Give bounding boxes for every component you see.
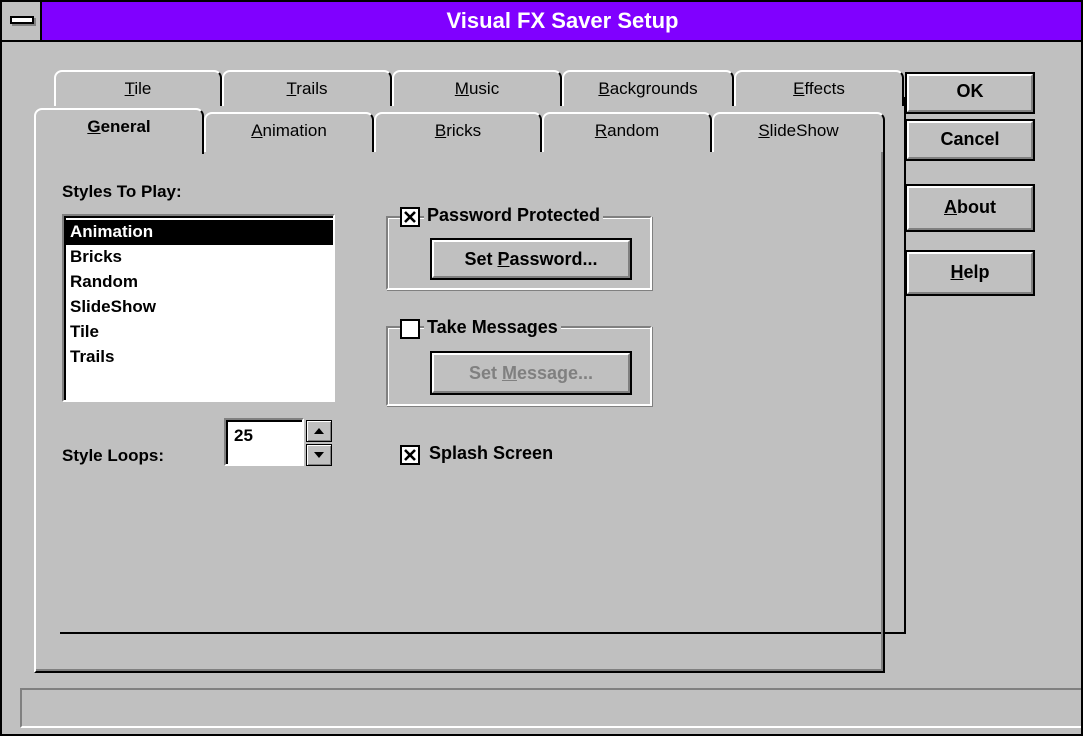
list-item[interactable]: Animation xyxy=(66,220,333,245)
tab-general[interactable]: General xyxy=(34,108,204,154)
take-messages-label: Take Messages xyxy=(424,317,561,338)
tab-random[interactable]: Random xyxy=(542,112,712,152)
splash-screen-label: Splash Screen xyxy=(429,443,554,463)
check-x-icon xyxy=(404,211,416,223)
system-menu-icon xyxy=(10,16,34,24)
status-bar xyxy=(20,688,1081,728)
arrow-down-icon xyxy=(314,452,324,458)
list-item[interactable]: Bricks xyxy=(66,245,333,270)
about-button[interactable]: About xyxy=(905,184,1035,232)
tab-trails[interactable]: Trails xyxy=(222,70,392,106)
styles-to-play-label: Styles To Play: xyxy=(62,182,182,201)
system-menu-button[interactable] xyxy=(2,2,42,40)
spin-up-button[interactable] xyxy=(306,420,332,442)
title-bar[interactable]: Visual FX Saver Setup xyxy=(2,2,1081,42)
set-password-button[interactable]: Set Password... xyxy=(430,238,632,280)
list-item[interactable]: Trails xyxy=(66,345,333,370)
set-message-button[interactable]: Set Message... xyxy=(430,351,632,395)
password-protected-label: Password Protected xyxy=(424,205,604,226)
tab-effects[interactable]: Effects xyxy=(734,70,904,106)
help-button[interactable]: Help xyxy=(905,250,1035,296)
splash-screen-checkbox[interactable] xyxy=(400,445,420,465)
style-loops-label: Style Loops: xyxy=(62,446,165,465)
list-item[interactable]: SlideShow xyxy=(66,295,333,320)
take-messages-checkbox[interactable] xyxy=(400,319,420,339)
tab-animation[interactable]: Animation xyxy=(204,112,374,152)
window-title: Visual FX Saver Setup xyxy=(446,8,679,33)
cancel-button[interactable]: Cancel xyxy=(905,119,1035,161)
list-item[interactable]: Tile xyxy=(66,320,333,345)
tab-bricks[interactable]: Bricks xyxy=(374,112,542,152)
list-item[interactable]: Random xyxy=(66,270,333,295)
setup-dialog: Visual FX Saver Setup Tile Trails Music … xyxy=(0,0,1083,736)
ok-button[interactable]: OK xyxy=(905,72,1035,114)
check-x-icon xyxy=(404,449,416,461)
tab-tile[interactable]: Tile xyxy=(54,70,222,106)
password-protected-checkbox[interactable] xyxy=(400,207,420,227)
tab-backgrounds[interactable]: Backgrounds xyxy=(562,70,734,106)
styles-list[interactable]: Animation Bricks Random SlideShow Tile T… xyxy=(62,214,335,402)
spin-down-button[interactable] xyxy=(306,444,332,466)
tab-slideshow[interactable]: SlideShow xyxy=(712,112,885,152)
tab-music[interactable]: Music xyxy=(392,70,562,106)
style-loops-input[interactable]: 25 xyxy=(224,418,304,466)
arrow-up-icon xyxy=(314,428,324,434)
